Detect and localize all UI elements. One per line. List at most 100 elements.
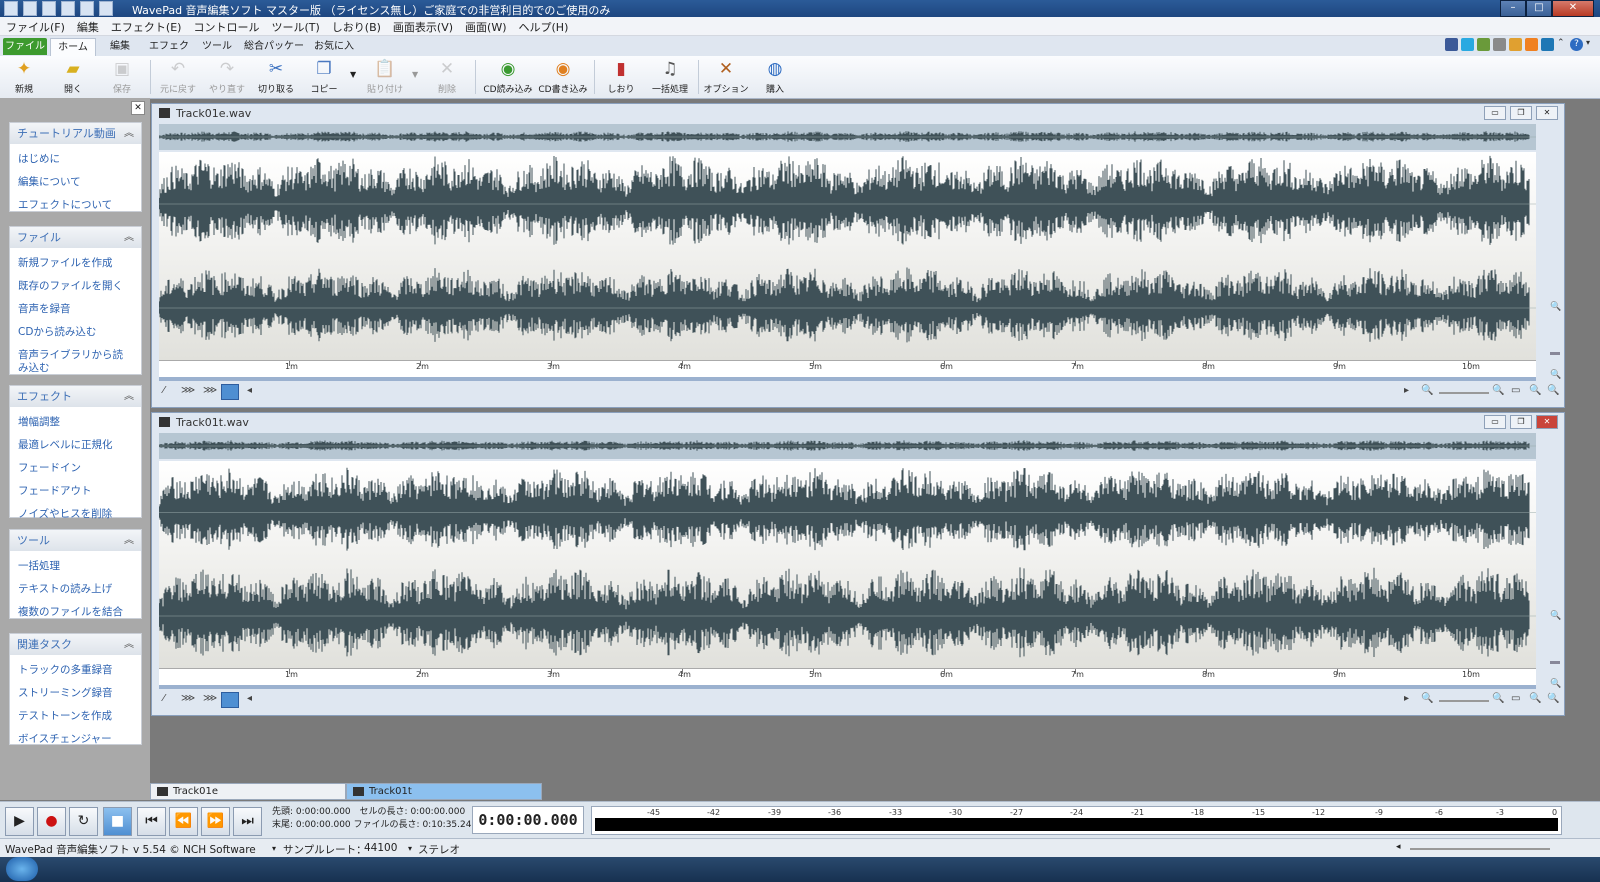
zoom-selection-icon[interactable]: ▭ <box>1511 693 1520 704</box>
vertical-zoom-in-icon[interactable]: 🔍 <box>1550 611 1561 621</box>
restore-icon[interactable]: ❐ <box>1510 106 1532 120</box>
task-link[interactable]: CDから読み込む <box>10 323 141 342</box>
undo-button[interactable]: ↶ 元に戻す <box>155 58 201 95</box>
maximize-icon[interactable]: □ <box>1526 0 1552 17</box>
cd-import-button[interactable]: ◉ CD読み込み <box>482 58 534 95</box>
tab-effects[interactable]: エフェクト <box>145 38 193 69</box>
collapse-icon[interactable]: ︽ <box>124 530 134 551</box>
scroll-left-icon[interactable]: ◂ <box>247 693 252 704</box>
vertical-zoom-out-icon[interactable]: 🔍 <box>1550 370 1561 380</box>
minimize-icon[interactable]: ▭ <box>1484 106 1506 120</box>
vertical-zoom-bar[interactable]: 🔍 🔍 <box>1550 433 1561 693</box>
menu-edit[interactable]: 編集 <box>71 17 105 35</box>
tab-home[interactable]: ホーム <box>50 38 96 56</box>
bookmark-button[interactable]: ▮ しおり <box>598 58 644 95</box>
tab-edit[interactable]: 編集 <box>100 38 140 55</box>
task-link[interactable]: テキストの読み上げ <box>10 580 141 599</box>
vertical-zoom-slider[interactable] <box>1550 352 1560 355</box>
scroll-right-icon[interactable]: ▸ <box>1404 693 1409 704</box>
collapse-icon[interactable]: ︽ <box>124 227 134 248</box>
task-link[interactable]: 一括処理 <box>10 557 141 576</box>
linkedin-icon[interactable] <box>1541 38 1554 51</box>
active-view-icon[interactable] <box>221 384 239 400</box>
section-header[interactable]: エフェクト ︽ <box>10 386 141 407</box>
stumble-icon[interactable] <box>1525 38 1538 51</box>
restore-icon[interactable]: ❐ <box>1510 415 1532 429</box>
task-link[interactable]: 増幅調整 <box>10 413 141 432</box>
cd-burn-button[interactable]: ◉ CD書き込み <box>537 58 589 95</box>
overview-waveform[interactable] <box>158 124 1536 150</box>
twitter-icon[interactable] <box>1461 38 1474 51</box>
start-button-icon[interactable] <box>6 857 38 881</box>
redo-button[interactable]: ↷ やり直す <box>204 58 250 95</box>
save-icon[interactable] <box>61 1 75 16</box>
horizontal-scrollbar[interactable] <box>159 377 1536 381</box>
waveform-view-icon[interactable]: ⋙ <box>181 385 195 396</box>
pencil-icon[interactable]: ⁄ <box>163 693 165 704</box>
loop-play-button[interactable]: ↻ <box>69 807 98 836</box>
task-link[interactable]: はじめに <box>10 150 141 169</box>
time-ruler[interactable]: 1m 2m 3m 4m 5m 6m 7m 8m 9m 10m <box>159 668 1536 686</box>
redo-icon[interactable] <box>99 1 113 16</box>
zoom-out-icon[interactable]: 🔍 <box>1421 693 1433 704</box>
save-button[interactable]: ▣ 保存 <box>99 58 145 95</box>
options-button[interactable]: ✕ オプション <box>703 58 749 95</box>
zoom-selection-icon[interactable]: ▭ <box>1511 385 1520 396</box>
zoom-fit-icon[interactable]: 🔍 <box>1547 693 1559 704</box>
undo-icon[interactable] <box>80 1 94 16</box>
vertical-zoom-bar[interactable]: 🔍 🔍 <box>1550 124 1561 384</box>
facebook-icon[interactable] <box>1445 38 1458 51</box>
zoom-in-icon[interactable]: 🔍 <box>1492 385 1504 396</box>
task-link[interactable]: 音声ライブラリから読み込む <box>10 346 141 378</box>
tab-file[interactable]: ファイル <box>3 38 47 55</box>
zoom-in-icon[interactable]: 🔍 <box>1492 693 1504 704</box>
scroll-left-icon[interactable]: ◂ <box>247 385 252 396</box>
bookmark-share-icon[interactable] <box>1493 38 1506 51</box>
horizontal-scrollbar[interactable] <box>159 685 1536 689</box>
new-file-icon[interactable] <box>23 1 37 16</box>
volume-slider[interactable] <box>1410 848 1550 850</box>
record-button[interactable]: ● <box>37 807 66 836</box>
task-link[interactable]: 最適レベルに正規化 <box>10 436 141 455</box>
task-link[interactable]: エフェクトについて <box>10 196 141 215</box>
tab-tools[interactable]: ツール <box>198 38 236 55</box>
sample-rate-value[interactable]: 44100 <box>364 842 397 854</box>
zoom-full-icon[interactable]: 🔍 <box>1529 693 1541 704</box>
task-link[interactable]: 新規ファイルを作成 <box>10 254 141 273</box>
close-icon[interactable]: ✕ <box>1536 415 1558 429</box>
new-button[interactable]: ✦ 新規 <box>1 58 47 95</box>
collapse-icon[interactable]: ︽ <box>124 123 134 144</box>
close-icon[interactable]: ✕ <box>1552 0 1594 17</box>
section-header[interactable]: 関連タスク ︽ <box>10 634 141 655</box>
delete-button[interactable]: ✕ 削除 <box>424 58 470 95</box>
time-ruler[interactable]: 1m 2m 3m 4m 5m 6m 7m 8m 9m 10m <box>159 360 1536 378</box>
menu-tools[interactable]: ツール(T) <box>265 17 325 35</box>
stop-button[interactable]: ■ <box>103 807 132 836</box>
minimize-icon[interactable]: ▭ <box>1484 415 1506 429</box>
menu-file[interactable]: ファイル(F) <box>0 17 71 35</box>
chevron-down-icon[interactable]: ▾ <box>1586 38 1594 51</box>
go-start-button[interactable]: ⏮ <box>137 807 166 836</box>
vertical-zoom-in-icon[interactable]: 🔍 <box>1550 302 1561 312</box>
zoom-fit-icon[interactable]: 🔍 <box>1547 385 1559 396</box>
active-view-icon[interactable] <box>221 692 239 708</box>
vertical-zoom-slider[interactable] <box>1550 661 1560 664</box>
section-header[interactable]: ツール ︽ <box>10 530 141 551</box>
overview-waveform[interactable] <box>158 433 1536 459</box>
task-link[interactable]: テストトーンを作成 <box>10 707 141 726</box>
task-link[interactable]: ストリーミング録音 <box>10 684 141 703</box>
scroll-right-icon[interactable]: ▸ <box>1404 385 1409 396</box>
volume-icon[interactable]: ◂ <box>1396 842 1401 852</box>
menu-window[interactable]: 画面(W) <box>459 17 512 35</box>
task-link[interactable]: ノイズやヒスを削除 <box>10 505 141 524</box>
waveform-view[interactable] <box>159 461 1536 668</box>
zoom-slider[interactable] <box>1439 700 1489 702</box>
dropdown-arrow-icon[interactable]: ▾ <box>272 844 276 853</box>
task-link[interactable]: フェードアウト <box>10 482 141 501</box>
waveform-view[interactable] <box>159 152 1536 360</box>
task-link[interactable]: 複数のファイルを結合 <box>10 603 141 622</box>
copy-button[interactable]: ❐ コピー <box>301 58 347 95</box>
menu-control[interactable]: コントロール <box>187 17 265 35</box>
menu-view[interactable]: 画面表示(V) <box>387 17 459 35</box>
open-folder-icon[interactable] <box>42 1 56 16</box>
